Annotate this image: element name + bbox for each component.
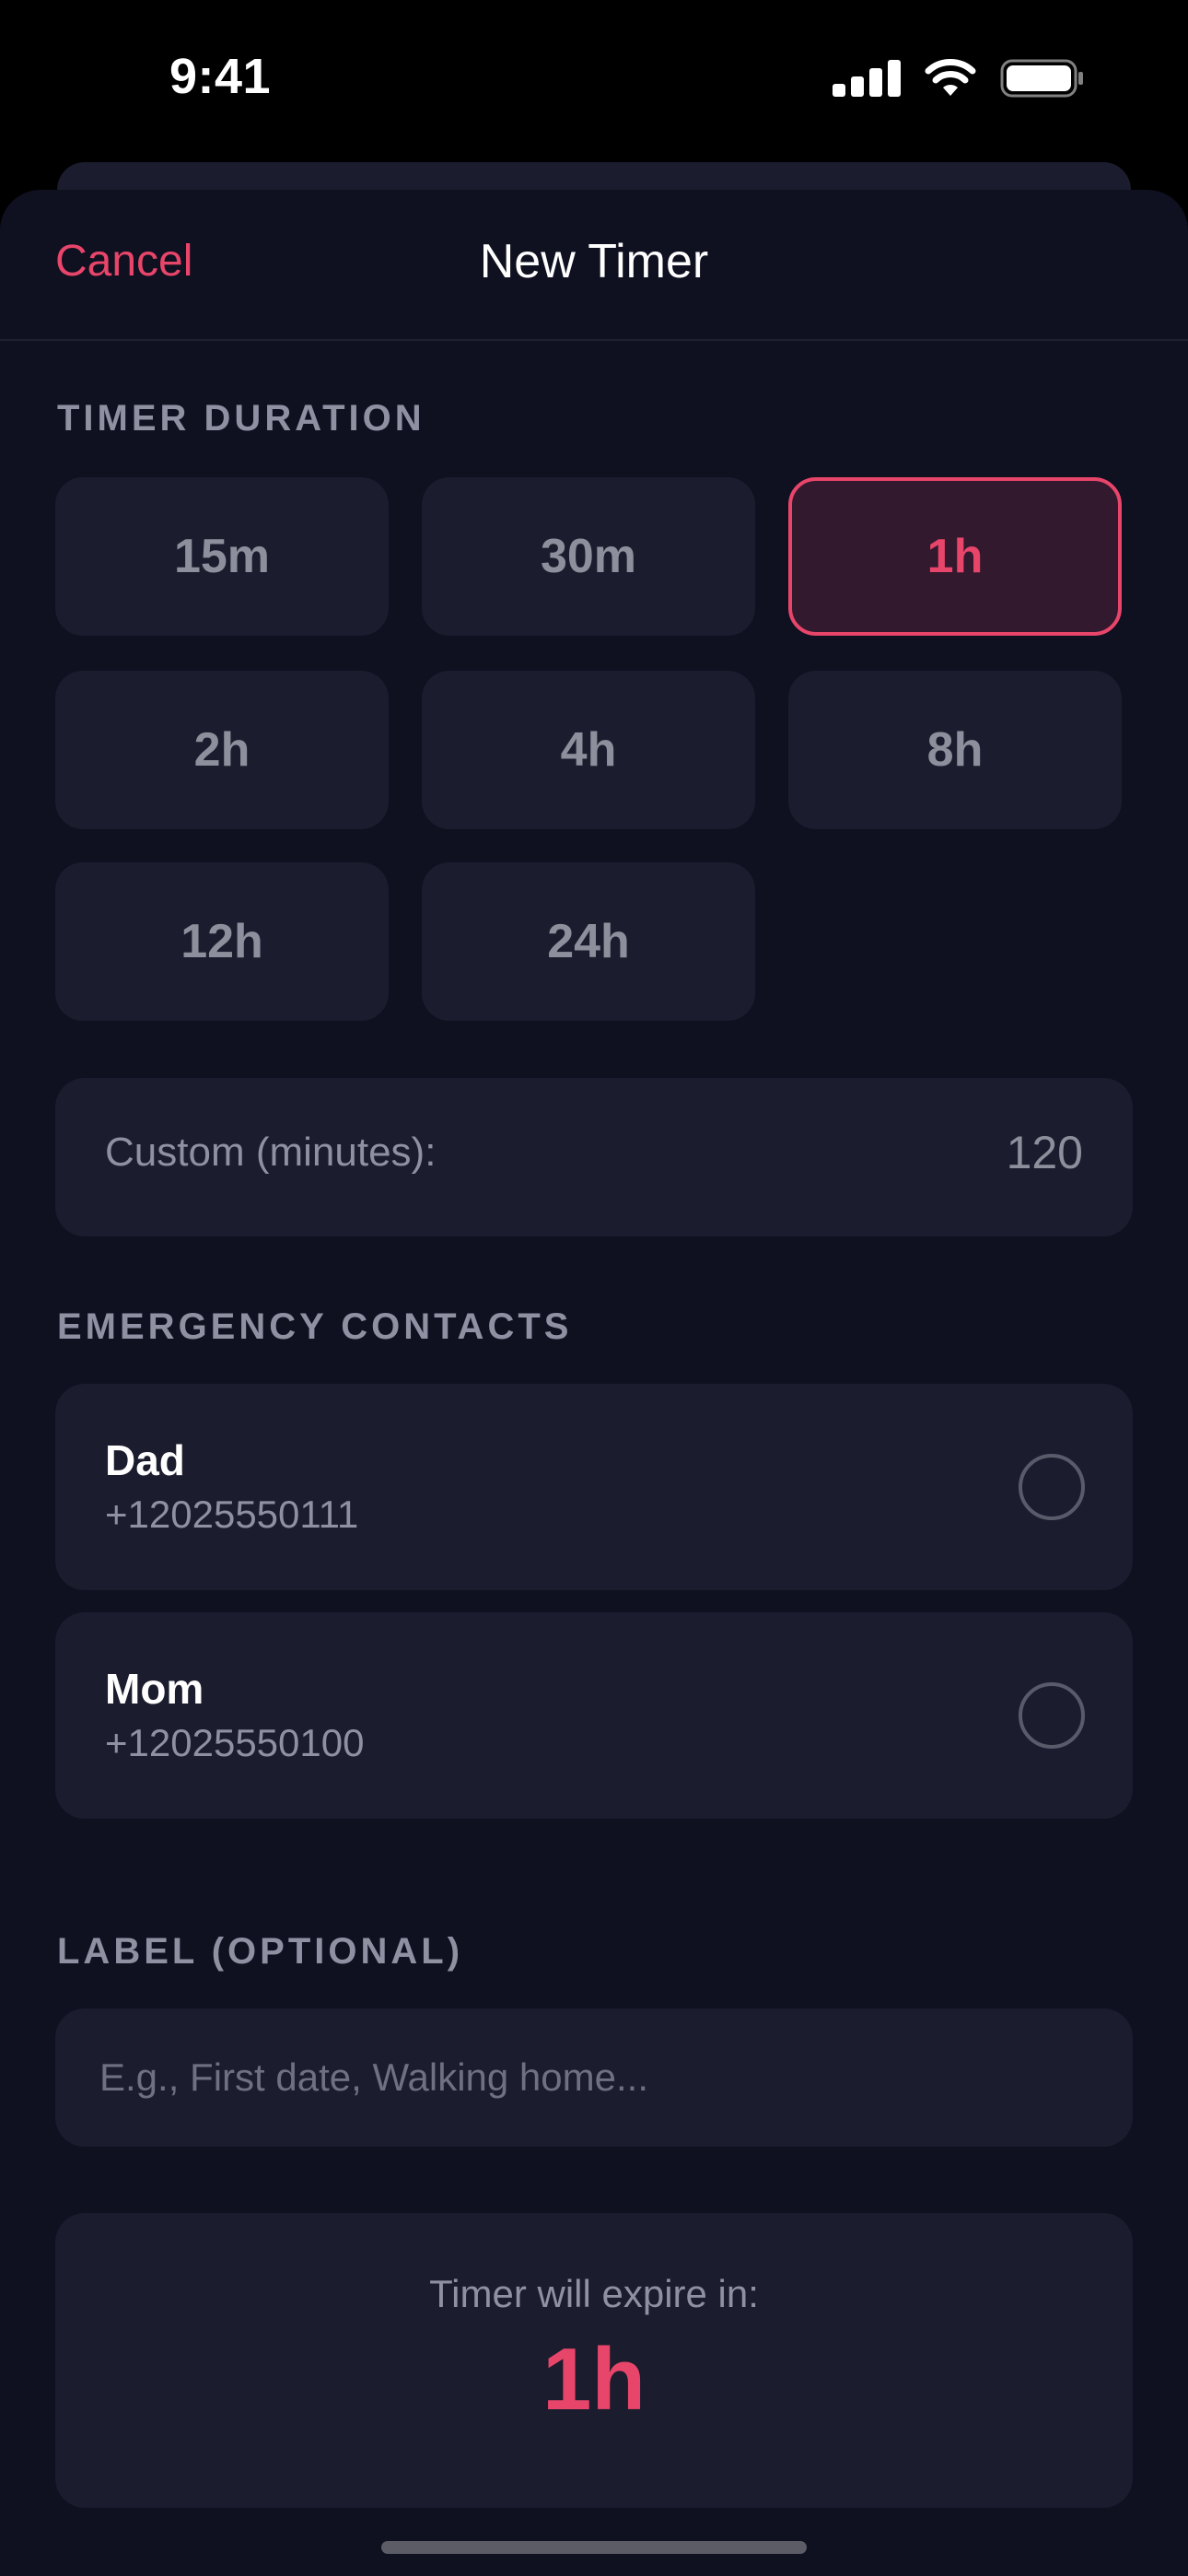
contact-name: Mom xyxy=(105,1665,204,1713)
sheet-title: New Timer xyxy=(479,235,709,288)
duration-option-15m[interactable]: 15m xyxy=(55,477,389,636)
contact-item-dad[interactable]: Dad +12025550111 xyxy=(55,1384,1133,1590)
duration-option-1h[interactable]: 1h xyxy=(788,477,1122,636)
contact-name: Dad xyxy=(105,1436,185,1484)
label-input[interactable] xyxy=(55,2008,1133,2147)
status-time: 9:41 xyxy=(169,49,272,104)
expire-summary-card: Timer will expire in: 1h xyxy=(55,2213,1133,2508)
duration-option-2h[interactable]: 2h xyxy=(55,671,389,829)
contact-item-mom[interactable]: Mom +12025550100 xyxy=(55,1612,1133,1819)
sheet-nav-bar: Cancel New Timer xyxy=(0,190,1188,341)
status-bar: 9:41 xyxy=(0,0,1188,162)
expire-value: 1h xyxy=(542,2330,646,2429)
duration-option-12h[interactable]: 12h xyxy=(55,862,389,1021)
custom-minutes-input[interactable] xyxy=(899,1126,1083,1179)
contact-select-radio[interactable] xyxy=(1019,1454,1085,1520)
status-icons xyxy=(833,59,1085,98)
duration-option-24h[interactable]: 24h xyxy=(422,862,755,1021)
contact-phone: +12025550100 xyxy=(105,1721,365,1764)
expire-caption: Timer will expire in: xyxy=(429,2272,759,2315)
custom-minutes-row[interactable]: Custom (minutes): xyxy=(55,1078,1133,1236)
battery-icon xyxy=(1000,59,1083,98)
contact-select-radio[interactable] xyxy=(1019,1682,1085,1749)
duration-option-30m[interactable]: 30m xyxy=(422,477,755,636)
contact-phone: +12025550111 xyxy=(105,1493,359,1536)
custom-minutes-label: Custom (minutes): xyxy=(105,1130,437,1175)
cellular-signal-icon xyxy=(833,60,901,97)
home-indicator[interactable] xyxy=(381,2541,807,2554)
screen: 9:41 Cancel New Timer TIMER DURATION 15m… xyxy=(0,0,1188,2576)
wifi-icon xyxy=(925,59,976,96)
duration-option-8h[interactable]: 8h xyxy=(788,671,1122,829)
timer-duration-label: TIMER DURATION xyxy=(57,398,425,439)
duration-option-4h[interactable]: 4h xyxy=(422,671,755,829)
emergency-contacts-label: EMERGENCY CONTACTS xyxy=(57,1306,573,1347)
label-optional-label: LABEL (OPTIONAL) xyxy=(57,1931,464,1972)
